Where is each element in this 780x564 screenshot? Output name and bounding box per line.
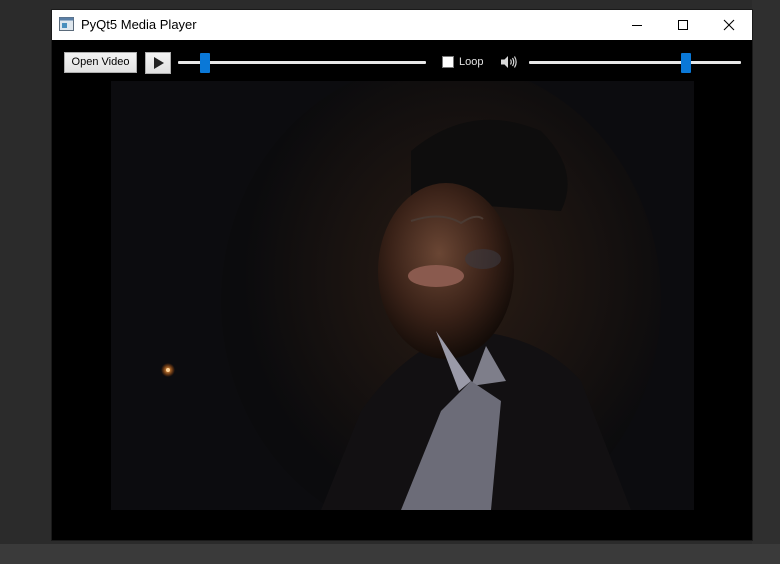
- open-video-button[interactable]: Open Video: [64, 52, 137, 73]
- app-window-icon: [59, 17, 74, 31]
- volume-slider-handle[interactable]: [680, 53, 691, 73]
- volume-slider[interactable]: [529, 52, 741, 73]
- minimize-button[interactable]: [614, 10, 660, 40]
- position-slider-groove: [178, 61, 426, 64]
- speaker-icon[interactable]: [500, 55, 518, 74]
- loop-checkbox[interactable]: [442, 56, 454, 68]
- window-title: PyQt5 Media Player: [81, 17, 197, 32]
- maximize-button[interactable]: [660, 10, 706, 40]
- video-area[interactable]: [52, 81, 752, 540]
- maximize-icon: [678, 20, 688, 30]
- media-player-window: PyQt5 Media Player Open Video Loop: [52, 10, 752, 540]
- position-slider-handle[interactable]: [200, 53, 211, 73]
- volume-slider-groove: [529, 61, 741, 64]
- minimize-icon: [632, 25, 642, 26]
- video-frame: [111, 81, 694, 510]
- loop-label: Loop: [459, 56, 484, 68]
- desktop-background-right: [752, 0, 780, 544]
- play-icon: [154, 57, 164, 69]
- play-button[interactable]: [145, 52, 171, 74]
- close-icon: [723, 19, 735, 31]
- position-slider[interactable]: [178, 52, 426, 73]
- desktop-background: [0, 544, 780, 564]
- title-bar[interactable]: PyQt5 Media Player: [52, 10, 752, 40]
- close-button[interactable]: [706, 10, 752, 40]
